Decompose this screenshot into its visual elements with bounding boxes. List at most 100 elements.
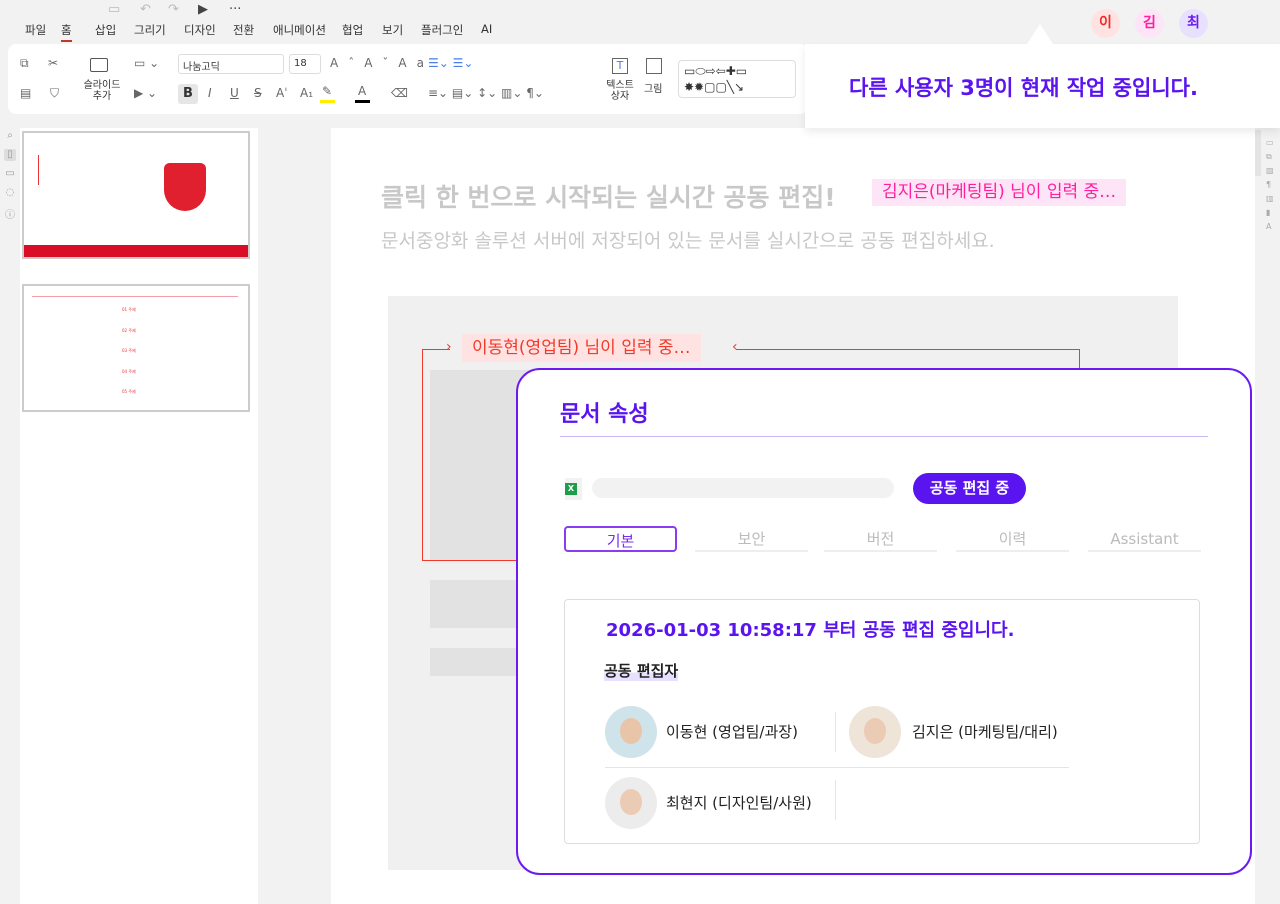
tab-security[interactable]: 보안 <box>695 526 808 552</box>
slideshow-icon[interactable]: ▶ <box>198 2 208 17</box>
menu-collab[interactable]: 협업 <box>342 22 363 38</box>
arrow-right-icon: › <box>446 339 452 355</box>
edit-frame-line <box>1079 349 1080 369</box>
eraser-icon[interactable]: ⌫ <box>391 86 408 100</box>
slide-title[interactable]: 클릭 한 번으로 시작되는 실시간 공동 편집! <box>381 178 836 214</box>
toast-message: 다른 사용자 3명이 현재 작업 중입니다. <box>849 76 1198 100</box>
superscript-icon[interactable]: Aˈ <box>276 86 288 100</box>
accent-line <box>38 155 39 185</box>
menu-insert[interactable]: 삽입 <box>95 22 116 38</box>
excel-file-icon: X <box>565 478 582 500</box>
menu-ai[interactable]: AI <box>481 22 492 36</box>
highlight-icon[interactable]: ✎ <box>322 84 332 98</box>
footer-bar <box>24 245 248 257</box>
collab-since-text: 2026-01-03 10:58:17 부터 공동 편집 중입니다. <box>606 620 1015 641</box>
toolbar: ⧉ ✂ ▤ ⛉ 슬라이드 추가 ▭ ⌄ ▶ ⌄ 나눔고딕 18 AˆAˇAa B… <box>8 44 808 114</box>
arrow-left-icon: ‹ <box>732 339 738 355</box>
file-name-field[interactable] <box>592 478 894 498</box>
property-icons[interactable]: ▭ ⧉ ▨ ¶ ▥ ▮ A <box>1266 136 1274 234</box>
menu-design[interactable]: 디자인 <box>184 22 216 38</box>
picture-button[interactable]: 그림 <box>644 80 662 95</box>
strike-button[interactable]: S <box>254 86 262 100</box>
edit-frame-line <box>736 349 1080 350</box>
tab-history[interactable]: 이력 <box>956 526 1069 552</box>
picture-icon <box>646 58 662 74</box>
divider <box>835 712 836 752</box>
avatar-choi-photo <box>605 777 657 829</box>
slide-thumbnail-1[interactable] <box>22 131 250 259</box>
menu-animation[interactable]: 애니메이션 <box>273 22 326 38</box>
align-icon[interactable]: ≡⌄ ▤⌄ ↕⌄ ▥⌄ ¶⌄ <box>428 86 544 100</box>
typing-indicator-lee: 이동현(영업팀) 님이 입력 중… <box>462 334 701 362</box>
save-icon[interactable]: ▭ <box>108 2 120 17</box>
typing-indicator-kim: 김지은(마케팅팀) 님이 입력 중… <box>872 179 1127 206</box>
menu-home[interactable]: 홈 <box>61 22 72 42</box>
menu-draw[interactable]: 그리기 <box>134 22 166 38</box>
bold-button[interactable]: B <box>178 84 198 104</box>
add-slide-button[interactable]: 슬라이드 추가 <box>81 80 123 102</box>
copy-icon[interactable]: ⧉ <box>20 56 29 71</box>
slide-thumbnails: 01 주제 02 주제 03 주제 04 주제 05 주제 <box>20 128 258 904</box>
slide-subtitle[interactable]: 문서중앙화 솔루션 서버에 저장되어 있는 문서를 실시간으로 공동 편집하세요… <box>381 226 995 253</box>
more-icon[interactable]: ··· <box>229 2 241 17</box>
shapes-gallery[interactable]: ▭⬭⇨⇦✚▭ ✸✹▢▢╲↘ <box>678 60 796 98</box>
add-slide-icon <box>90 58 108 72</box>
toast-arrow <box>1027 24 1053 44</box>
font-color-bar[interactable] <box>355 100 370 103</box>
toc-list: 01 주제 02 주제 03 주제 04 주제 05 주제 <box>122 307 136 394</box>
menu-transition[interactable]: 전환 <box>233 22 254 38</box>
slide-thumbnail-2[interactable]: 01 주제 02 주제 03 주제 04 주제 05 주제 <box>22 284 250 412</box>
underline-button[interactable]: U <box>230 86 239 100</box>
avatar-kim[interactable]: 김 <box>1135 9 1164 38</box>
italic-button[interactable]: I <box>208 86 212 100</box>
undo-icon[interactable]: ↶ <box>140 2 151 17</box>
dialog-title: 문서 속성 <box>560 402 649 427</box>
editor-name: 이동현 (영업팀/과장) <box>666 723 798 741</box>
avatar-lee-photo <box>605 706 657 758</box>
notes-icon[interactable]: ▭ <box>4 168 16 180</box>
scrollbar[interactable] <box>1255 130 1261 176</box>
highlight-color-bar[interactable] <box>320 100 335 103</box>
menu-file[interactable]: 파일 <box>25 22 46 38</box>
size-select[interactable]: 18 <box>289 54 321 74</box>
shield-icon <box>164 163 206 211</box>
font-select[interactable]: 나눔고딕 <box>178 54 284 74</box>
divider <box>835 780 836 820</box>
avatar-kim-photo <box>849 706 901 758</box>
textbox-button[interactable]: 텍스트 상자 <box>606 80 634 102</box>
editors-label: 공동 편집자 <box>604 660 679 681</box>
placeholder-block <box>430 370 530 560</box>
tab-version[interactable]: 버전 <box>824 526 937 552</box>
menu-view[interactable]: 보기 <box>382 22 403 38</box>
info-icon[interactable]: ⓘ <box>4 206 16 221</box>
font-color-icon[interactable]: A <box>358 84 366 98</box>
paste-icon[interactable]: ▤ <box>20 86 31 100</box>
edit-frame-line <box>422 560 517 561</box>
search-icon[interactable]: ⌕ <box>4 130 16 142</box>
status-badge: 공동 편집 중 <box>913 473 1026 504</box>
comment-icon[interactable]: ◌ <box>4 187 16 199</box>
format-painter-icon[interactable]: ⛉ <box>50 86 59 101</box>
editor-name: 최현지 (디자인팀/사원) <box>666 794 812 812</box>
cut-icon[interactable]: ✂ <box>48 56 58 70</box>
tab-assistant[interactable]: Assistant <box>1088 526 1201 552</box>
menu-plugin[interactable]: 플러그인 <box>421 22 463 38</box>
divider <box>560 436 1208 437</box>
editor-name: 김지은 (마케팅팀/대리) <box>912 723 1058 741</box>
slideshow-dropdown-icon[interactable]: ▶ ⌄ <box>134 86 157 100</box>
placeholder-block <box>430 648 530 676</box>
tab-basic[interactable]: 기본 <box>564 526 677 552</box>
placeholder-block <box>430 580 530 628</box>
redo-icon[interactable]: ↷ <box>168 2 179 17</box>
avatar-lee[interactable]: 이 <box>1091 9 1120 38</box>
slides-icon[interactable]: ▯ <box>4 149 16 161</box>
subscript-icon[interactable]: A₁ <box>300 86 313 100</box>
layout-icon[interactable]: ▭ ⌄ <box>134 56 159 70</box>
divider <box>605 767 1069 768</box>
font-size-controls[interactable]: AˆAˇAa <box>330 56 434 70</box>
avatar-choi[interactable]: 최 <box>1179 9 1208 38</box>
header-line <box>32 296 238 297</box>
edit-frame-line <box>422 349 423 561</box>
right-rail: ▭ ⧉ ▨ ¶ ▥ ▮ A <box>1255 128 1280 904</box>
bullet-list-icon[interactable]: ☰⌄ ☰⌄ <box>428 56 473 70</box>
